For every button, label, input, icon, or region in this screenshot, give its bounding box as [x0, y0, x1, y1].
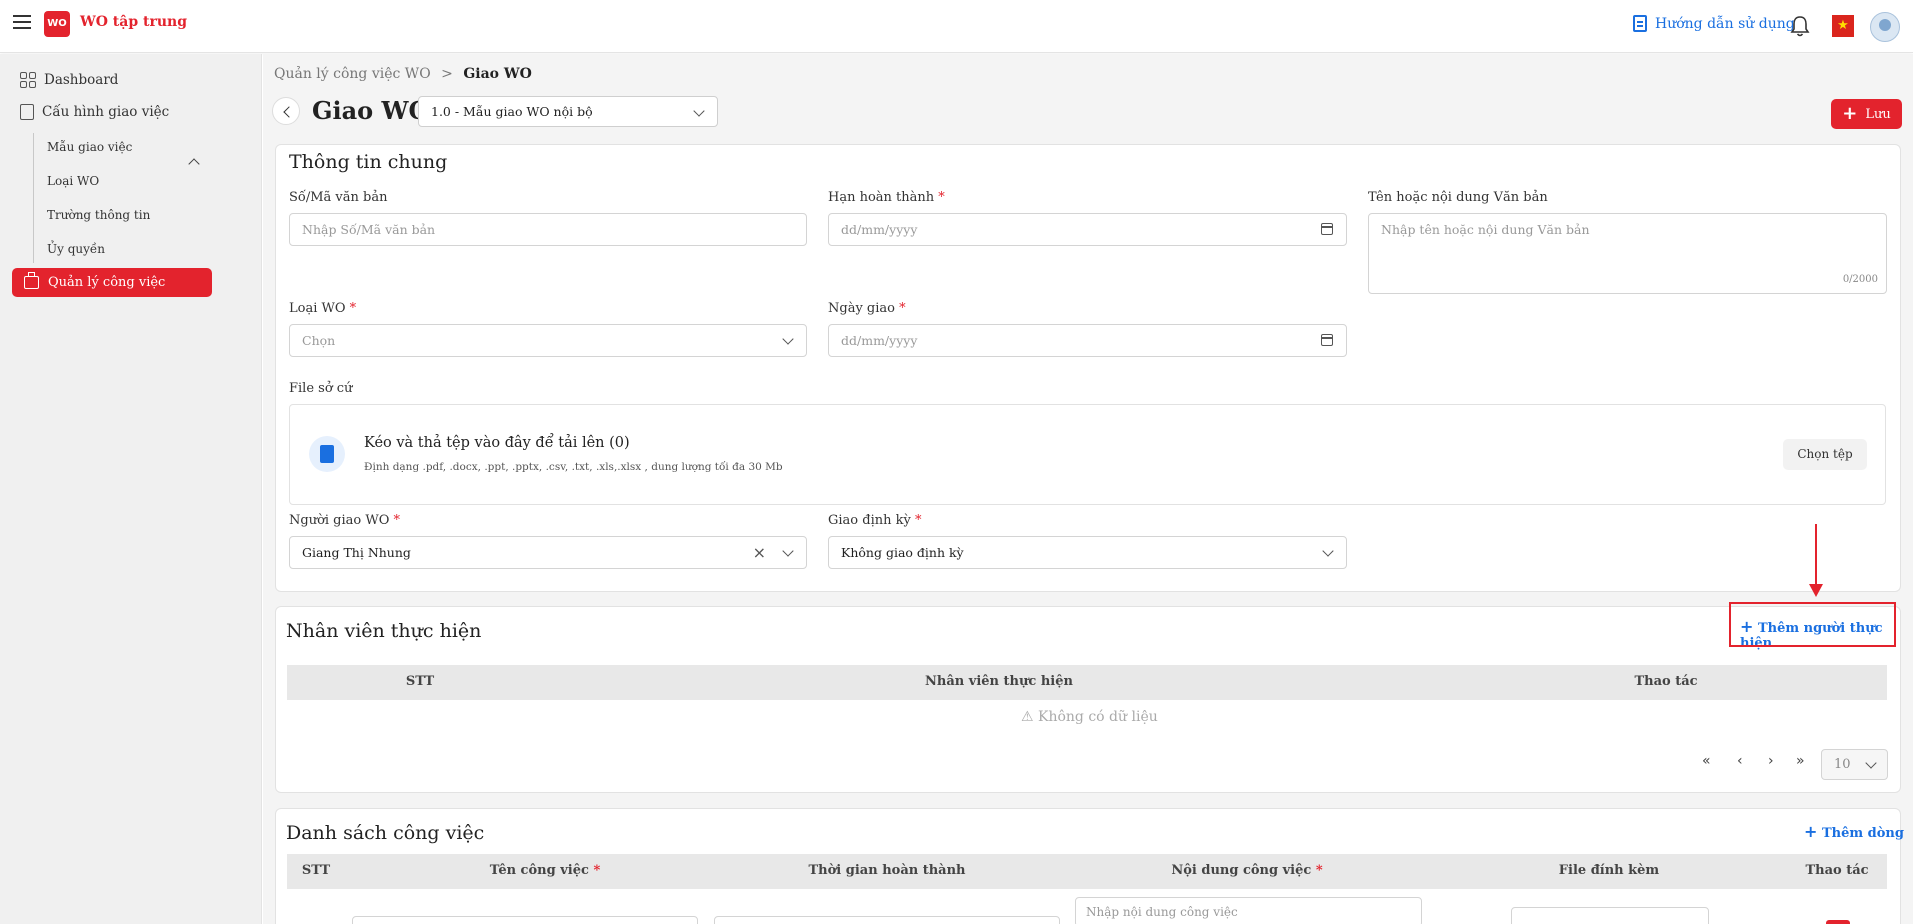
chevron-up-icon[interactable]: [188, 158, 200, 170]
template-select[interactable]: 1.0 - Mẫu giao WO nội bộ: [418, 96, 718, 127]
last-page-button[interactable]: »: [1796, 753, 1805, 769]
document-icon: [20, 104, 34, 120]
annotation-arrow-head: [1809, 584, 1823, 597]
plus-icon: +: [1804, 822, 1818, 841]
task-file-input[interactable]: [1511, 907, 1709, 924]
sidebar-item-label: Quản lý công việc: [48, 275, 166, 290]
periodic-label: Giao định kỳ *: [828, 513, 922, 528]
chevron-down-icon: [782, 545, 794, 557]
assigner-label: Người giao WO *: [289, 513, 401, 528]
empty-state: ⚠ Không có dữ liệu: [1021, 709, 1158, 725]
user-guide-label: Hướng dẫn sử dụng: [1655, 15, 1795, 32]
top-bar: WO WO tập trung Hướng dẫn sử dụng ★: [0, 0, 1913, 53]
chevron-down-icon: [1865, 757, 1877, 769]
template-select-value: 1.0 - Mẫu giao WO nội bộ: [431, 104, 593, 119]
plus-icon: +: [1842, 103, 1858, 124]
user-avatar[interactable]: [1870, 12, 1900, 42]
general-info-card: [275, 144, 1901, 592]
language-flag-icon[interactable]: ★: [1832, 15, 1854, 37]
clear-icon[interactable]: ×: [753, 543, 766, 562]
submenu-divider: [33, 133, 34, 263]
column-header: Tên công việc *: [489, 863, 601, 878]
prev-page-button[interactable]: ‹: [1737, 753, 1743, 769]
periodic-select[interactable]: Không giao định kỳ: [828, 536, 1347, 569]
app-title[interactable]: WO tập trung: [80, 14, 187, 30]
doc-name-textarea[interactable]: Nhập tên hoặc nội dung Văn bản 0/2000: [1368, 213, 1887, 294]
dashboard-icon: [20, 72, 36, 88]
doc-number-input[interactable]: Nhập Số/Mã văn bản: [289, 213, 807, 246]
column-header: Thời gian hoàn thành: [808, 863, 966, 878]
highlight-box: [1729, 602, 1896, 647]
chevron-down-icon: [782, 333, 794, 345]
user-guide-link[interactable]: Hướng dẫn sử dụng: [1633, 15, 1795, 32]
column-header: Thao tác: [1634, 674, 1698, 689]
staff-table-header: STT Nhân viên thực hiện Thao tác: [287, 665, 1887, 700]
dropzone-hint: Định dạng .pdf, .docx, .ppt, .pptx, .csv…: [364, 461, 783, 473]
save-button-label: Lưu: [1865, 106, 1891, 122]
upload-file-icon: [309, 436, 345, 472]
char-counter: 0/2000: [1842, 274, 1878, 285]
column-header: STT: [301, 863, 331, 878]
app-logo: WO: [44, 11, 70, 37]
column-header: Nhân viên thực hiện: [925, 674, 1073, 689]
page-title: Giao WO: [312, 96, 430, 125]
briefcase-icon: [24, 272, 39, 289]
column-header: File đính kèm: [1558, 863, 1660, 878]
staff-section-title: Nhân viên thực hiện: [286, 620, 482, 642]
sidebar-item-label: Cấu hình giao việc: [42, 104, 170, 120]
hamburger-menu-icon[interactable]: [13, 15, 31, 29]
assign-date-label: Ngày giao *: [828, 301, 906, 316]
breadcrumb-current: Giao WO: [463, 66, 532, 82]
wo-type-select[interactable]: Chọn: [289, 324, 807, 357]
file-dropzone[interactable]: Kéo và thả tệp vào đây để tải lên (0) Đị…: [289, 404, 1886, 505]
breadcrumb-separator: >: [441, 66, 453, 82]
bell-icon[interactable]: [1790, 15, 1810, 37]
breadcrumb: Quản lý công việc WO > Giao WO: [274, 66, 532, 82]
sidebar-item-dashboard[interactable]: Dashboard: [20, 72, 118, 88]
file-label: File sở cứ: [289, 381, 353, 396]
sidebar: Dashboard Cấu hình giao việc Mẫu giao vi…: [0, 54, 262, 924]
book-icon: [1633, 15, 1647, 32]
next-page-button[interactable]: ›: [1768, 753, 1774, 769]
column-header: Thao tác: [1805, 863, 1869, 878]
chevron-down-icon: [693, 105, 705, 117]
sidebar-subitem-authorization[interactable]: Ủy quyền: [47, 242, 105, 256]
breadcrumb-parent[interactable]: Quản lý công việc WO: [274, 66, 431, 82]
general-info-title: Thông tin chung: [289, 151, 448, 173]
deadline-label: Hạn hoàn thành *: [828, 190, 945, 205]
task-list-title: Danh sách công việc: [286, 822, 485, 844]
sidebar-subitem-info-fields[interactable]: Trường thông tin: [47, 208, 150, 222]
column-header: STT: [405, 674, 435, 689]
doc-name-label: Tên hoặc nội dung Văn bản: [1368, 190, 1548, 205]
calendar-icon: [1321, 334, 1333, 346]
choose-file-button[interactable]: Chọn tệp: [1783, 439, 1867, 470]
sidebar-subitem-task-template[interactable]: Mẫu giao việc: [47, 140, 132, 154]
sidebar-item-task-config[interactable]: Cấu hình giao việc: [20, 104, 169, 120]
task-deadline-input[interactable]: [714, 916, 1060, 924]
page-size-select[interactable]: 10: [1821, 749, 1888, 780]
assigner-select[interactable]: Giang Thị Nhung ×: [289, 536, 807, 569]
annotation-arrow: [1815, 524, 1817, 590]
sidebar-subitem-wo-type[interactable]: Loại WO: [47, 174, 99, 188]
add-row-button[interactable]: + Thêm dòng: [1804, 822, 1904, 841]
chevron-down-icon: [1322, 545, 1334, 557]
calendar-icon: [1321, 223, 1333, 235]
delete-row-button[interactable]: [1826, 920, 1850, 924]
first-page-button[interactable]: «: [1702, 753, 1711, 769]
sidebar-item-label: Dashboard: [44, 72, 119, 88]
task-content-input[interactable]: Nhập nội dung công việc: [1075, 897, 1422, 924]
back-button[interactable]: [272, 97, 300, 125]
task-table-header: STT Tên công việc * Thời gian hoàn thành…: [287, 854, 1887, 889]
doc-number-label: Số/Mã văn bản: [289, 190, 388, 205]
deadline-date-input[interactable]: dd/mm/yyyy: [828, 213, 1347, 246]
task-name-input[interactable]: [352, 916, 698, 924]
column-header: Nội dung công việc *: [1171, 863, 1323, 878]
dropzone-title: Kéo và thả tệp vào đây để tải lên (0): [364, 435, 630, 451]
save-button[interactable]: + Lưu: [1831, 99, 1902, 129]
wo-type-label: Loại WO *: [289, 301, 357, 316]
assign-date-input[interactable]: dd/mm/yyyy: [828, 324, 1347, 357]
sidebar-item-work-management[interactable]: Quản lý công việc: [12, 268, 212, 297]
